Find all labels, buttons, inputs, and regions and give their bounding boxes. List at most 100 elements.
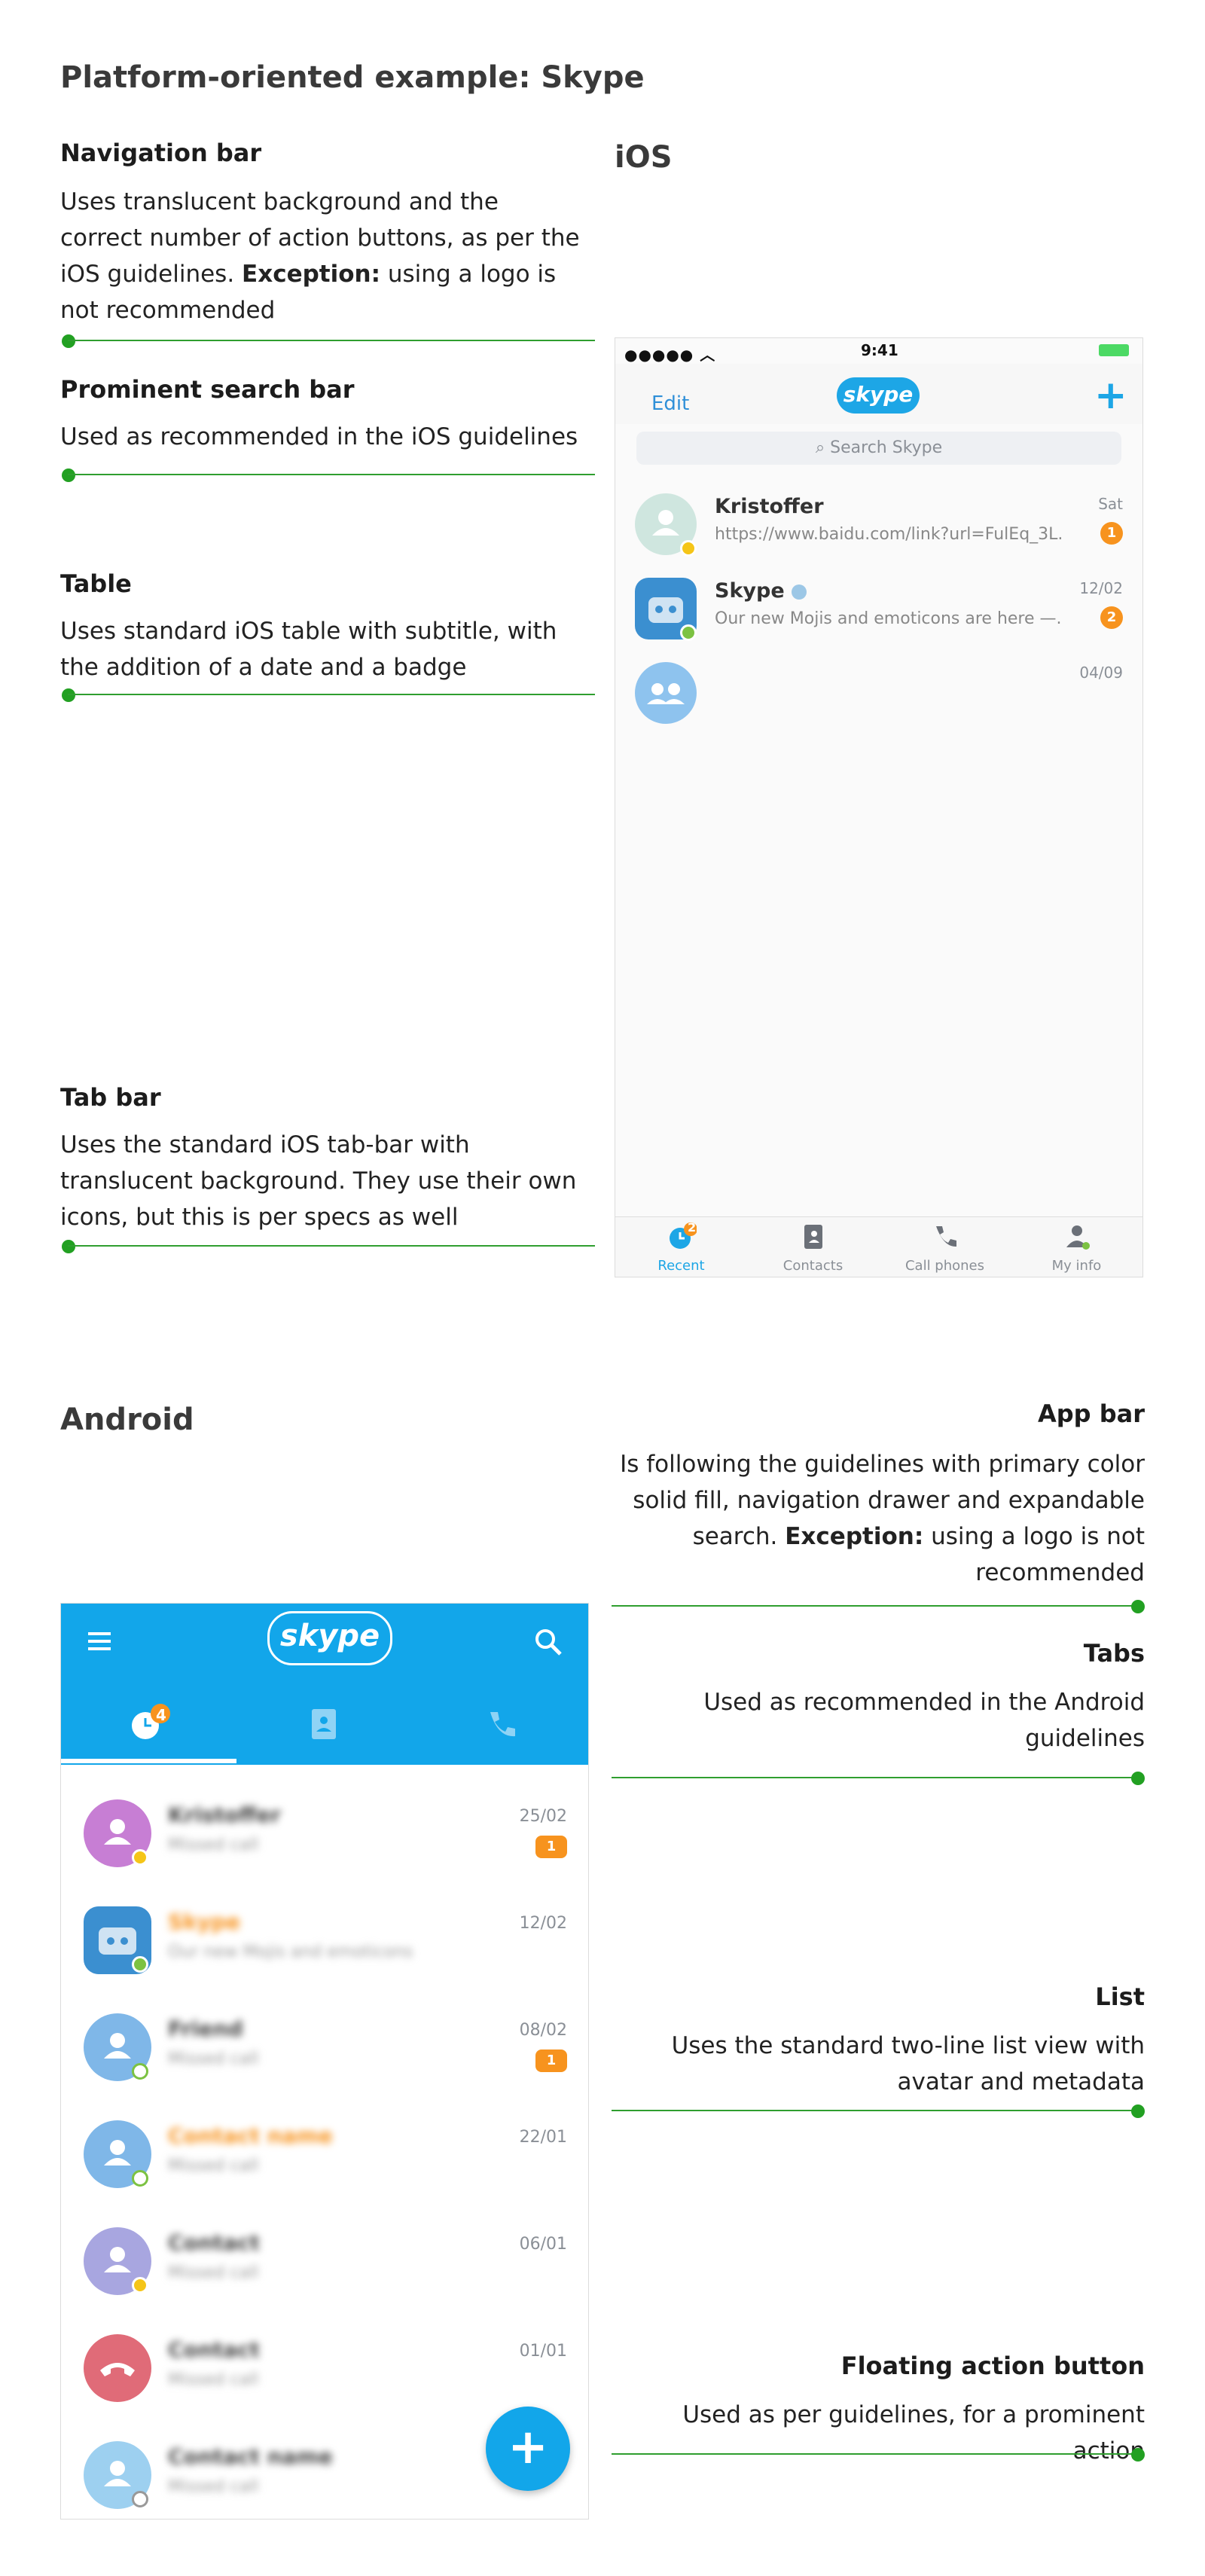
annotation-leader-line — [68, 474, 595, 475]
annotation-dot — [62, 334, 75, 348]
row-date: Sat — [1098, 495, 1123, 513]
tab-label: My info — [1051, 1258, 1102, 1274]
tab-label: Recent — [657, 1258, 705, 1274]
table-row[interactable]: 04/09 — [615, 647, 1142, 731]
group-icon — [647, 683, 685, 704]
list-item-title: Kristoffer — [168, 1802, 281, 1827]
annotation-navigation-bar-title: Navigation bar — [60, 139, 262, 167]
tab-bar: 2 Recent Contacts Call phones My info — [615, 1216, 1142, 1277]
list-item[interactable]: Kristoffer Missed call 25/02 1 — [61, 1780, 588, 1887]
avatar — [84, 2441, 151, 2509]
list-item-title: Contact name — [168, 2123, 333, 2148]
avatar — [84, 2120, 151, 2188]
annotation-fab-body: Used as per guidelines, for a prominent … — [682, 2401, 1145, 2465]
annotation-leader-line — [68, 694, 595, 695]
annotation-dot — [62, 469, 75, 482]
phone-icon — [100, 2363, 135, 2376]
app-bar: skype 4 — [61, 1604, 588, 1765]
tab-calls[interactable] — [412, 1694, 588, 1759]
tab-call-phones[interactable]: Call phones — [879, 1217, 1011, 1277]
presence-indicator — [132, 2277, 148, 2294]
ios-heading: iOS — [615, 140, 673, 175]
list-item-title: Skype — [168, 1909, 241, 1934]
tab-contacts[interactable]: Contacts — [747, 1217, 879, 1277]
list-item-subtitle: Missed call — [168, 2263, 259, 2282]
unread-badge: 1 — [535, 2050, 567, 2072]
presence-indicator — [132, 2170, 148, 2187]
unread-badge: 1 — [1100, 522, 1123, 545]
page-title: Platform-oriented example: Skype — [60, 60, 645, 95]
annotation-leader-line — [68, 340, 595, 341]
annotation-app-bar-title: App bar — [1038, 1399, 1145, 1428]
list-item-subtitle: Missed call — [168, 2370, 259, 2389]
annotation-fab-title: Floating action button — [840, 2352, 1145, 2380]
unread-badge: 1 — [535, 1836, 567, 1858]
list-item[interactable]: Friend Missed call 08/02 1 — [61, 1994, 588, 2101]
ios-phone-screenshot: ●●●●● ︿ 9:41 Edit skype + ⌕ Search Skype… — [615, 337, 1143, 1277]
annotation-dot — [62, 1240, 75, 1253]
tab-badge: 2 — [688, 1220, 697, 1235]
annotation-leader-line — [612, 2110, 1139, 2111]
tab-badge: 4 — [156, 1706, 166, 1724]
contacts-icon — [312, 1709, 336, 1739]
list-item[interactable]: Contact Missed call 01/01 — [61, 2315, 588, 2422]
search-placeholder: Search Skype — [830, 438, 943, 457]
search-icon: ⌕ — [815, 438, 825, 457]
avatar — [635, 578, 697, 641]
list-item-title: Friend — [168, 2016, 243, 2041]
phone-icon — [936, 1226, 956, 1247]
tab-label: Call phones — [905, 1258, 985, 1274]
table-row[interactable]: Kristoffer https://www.baidu.com/link?ur… — [615, 478, 1142, 563]
unread-badge: 2 — [1100, 606, 1123, 629]
annotation-tab-bar-title: Tab bar — [60, 1083, 161, 1112]
contacts-icon — [804, 1225, 822, 1249]
floating-action-button[interactable]: + — [486, 2407, 570, 2491]
row-subtitle: https://www.baidu.com/link?url=FulEq_3L.… — [715, 525, 1061, 544]
status-bar: ●●●●● ︿ 9:41 — [615, 338, 1142, 364]
list-item[interactable]: Contact Missed call 06/01 — [61, 2208, 588, 2315]
annotation-search-bar-body: Used as recommended in the iOS guideline… — [60, 423, 578, 450]
annotation-dot — [1131, 1600, 1145, 1613]
row-title: Kristoffer — [715, 495, 824, 518]
presence-indicator — [132, 1956, 148, 1973]
skype-logo: skype — [267, 1611, 392, 1665]
person-icon — [1066, 1225, 1090, 1250]
annotation-leader-line — [68, 1245, 595, 1247]
list-item-subtitle: Missed call — [168, 2477, 259, 2496]
list-item-date: 25/02 — [519, 1807, 567, 1826]
plus-icon[interactable]: + — [1094, 373, 1127, 418]
annotation-leader-line — [612, 1777, 1139, 1778]
menu-icon[interactable] — [88, 1631, 114, 1653]
tab-label: Contacts — [782, 1258, 844, 1274]
annotation-dot — [1131, 2104, 1145, 2118]
tab-recent[interactable]: 2 Recent — [615, 1217, 747, 1277]
signal-icon: ●●●●● ︿ — [624, 346, 716, 364]
tab-contacts[interactable] — [236, 1694, 412, 1759]
annotation-app-bar-body: Is following the guidelines with primary… — [620, 1451, 1145, 1586]
annotation-dot — [62, 688, 75, 702]
search-bar[interactable]: ⌕ Search Skype — [636, 432, 1121, 465]
list-item-title: Contact — [168, 2230, 260, 2255]
tab-my-info[interactable]: My info — [1011, 1217, 1142, 1277]
annotation-table-title: Table — [60, 569, 132, 598]
annotation-search-bar-title: Prominent search bar — [60, 375, 355, 404]
list-item-date: 01/01 — [519, 2342, 567, 2361]
android-phone-screenshot: skype 4 Kristoffer Missed call 25/02 1 S… — [60, 1603, 589, 2520]
list-item[interactable]: Contact name Missed call 22/01 — [61, 2101, 588, 2208]
annotation-table-body: Uses standard iOS table with subtitle, w… — [60, 618, 557, 681]
table-row[interactable]: Skype Our new Mojis and emoticons are he… — [615, 563, 1142, 647]
list-item[interactable]: Skype Our new Mojis and emoticons 12/02 — [61, 1887, 588, 1994]
annotation-dot — [1131, 1772, 1145, 1785]
search-icon[interactable] — [534, 1628, 563, 1656]
tab-recent[interactable]: 4 — [61, 1694, 236, 1759]
list-item-title: Contact — [168, 2337, 260, 2362]
row-date: 12/02 — [1079, 579, 1123, 597]
avatar — [635, 493, 697, 557]
row-title: Skype — [715, 579, 807, 603]
edit-button[interactable]: Edit — [651, 392, 689, 415]
annotation-list-title: List — [1095, 1982, 1145, 2011]
list-item-subtitle: Missed call — [168, 2050, 259, 2068]
annotation-leader-line — [612, 2453, 1139, 2455]
annotation-list-body: Uses the standard two-line list view wit… — [671, 2032, 1145, 2095]
annotation-tabs-title: Tabs — [1083, 1639, 1145, 1668]
